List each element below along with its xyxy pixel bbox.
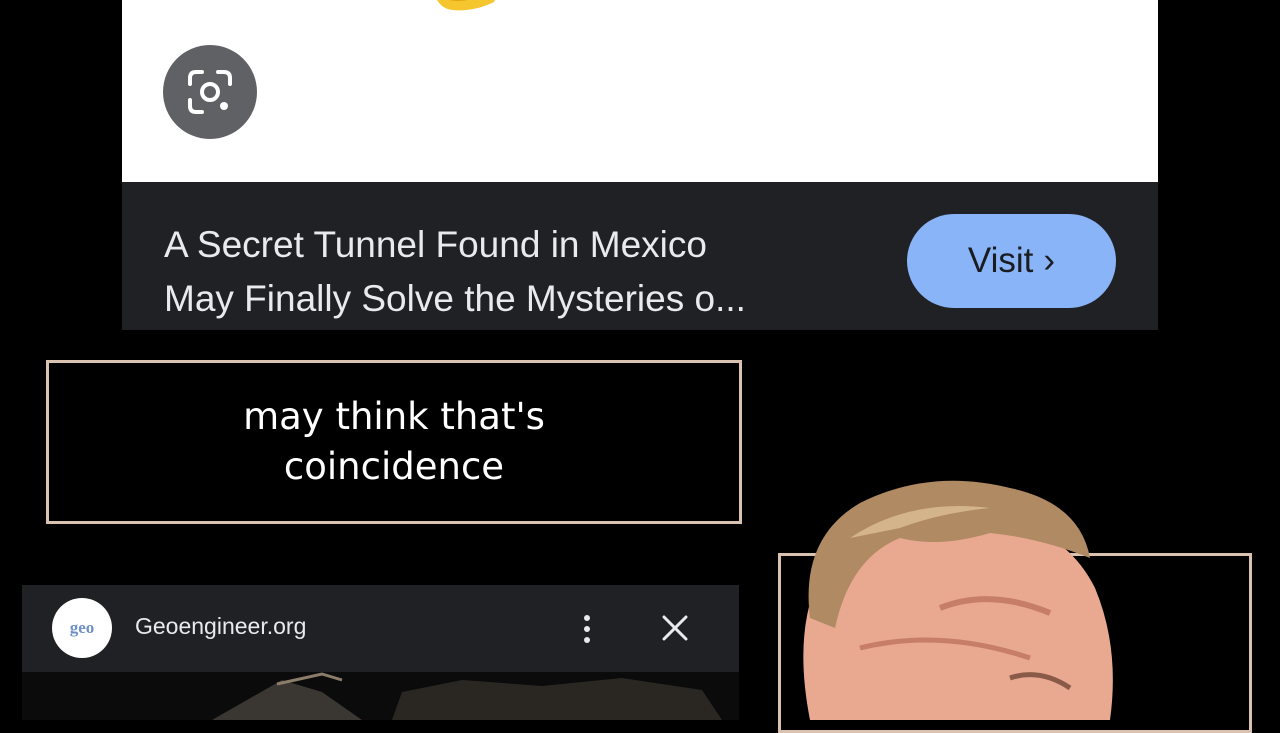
chevron-right-icon: › <box>1043 241 1056 280</box>
caption-text: may think that's coincidence <box>243 392 545 492</box>
lens-result-card: A Secret Tunnel Found in Mexico May Fina… <box>122 0 1158 330</box>
result-footer: A Secret Tunnel Found in Mexico May Fina… <box>122 182 1158 330</box>
caption-line-2: coincidence <box>283 445 505 488</box>
result-image <box>122 0 1158 182</box>
google-lens-icon <box>188 70 232 114</box>
source-bar: geo Geoengineer.org <box>22 585 739 672</box>
site-name[interactable]: Geoengineer.org <box>135 613 306 640</box>
site-logo-text: geo <box>69 618 95 637</box>
source-article-image <box>22 672 739 720</box>
caption-box: may think that's coincidence <box>46 360 742 524</box>
site-logo: geo <box>52 598 112 658</box>
visit-label: Visit <box>967 241 1034 280</box>
gold-object-fragment <box>437 0 495 11</box>
visit-button[interactable]: Visit › <box>907 214 1116 308</box>
headline-line-1: A Secret Tunnel Found in Mexico <box>164 224 707 265</box>
presenter-video <box>803 480 1113 720</box>
google-lens-button[interactable] <box>163 45 257 139</box>
headline-line-2: May Finally Solve the Mysteries o... <box>164 278 746 319</box>
close-icon[interactable] <box>658 611 692 645</box>
caption-line-1: may think that's <box>243 395 545 438</box>
more-vert-icon[interactable] <box>577 607 597 651</box>
result-headline[interactable]: A Secret Tunnel Found in Mexico May Fina… <box>164 218 884 326</box>
